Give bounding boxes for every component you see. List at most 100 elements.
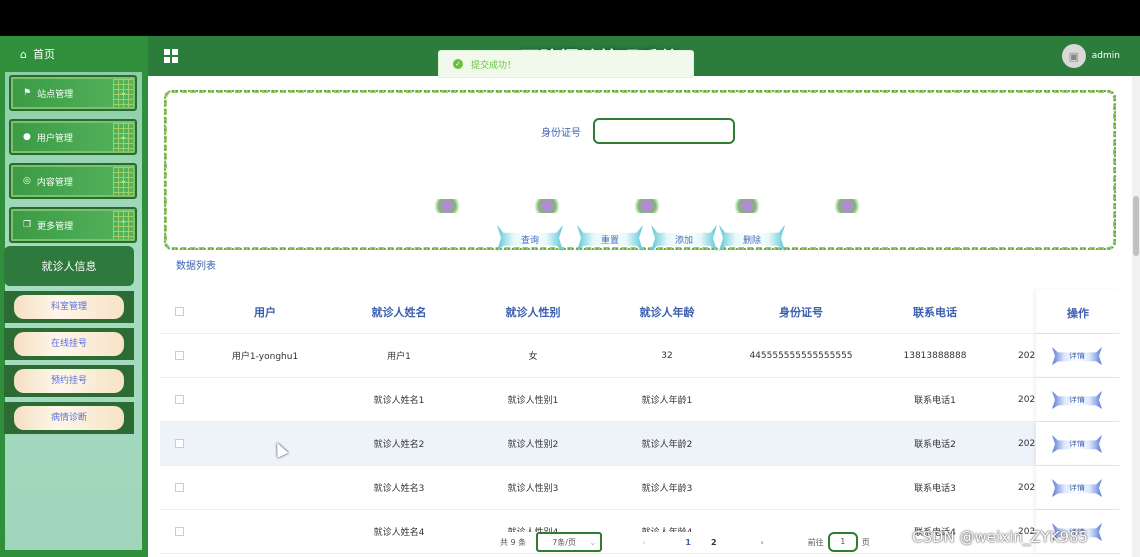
check-circle-icon: ✓ [453, 59, 463, 69]
content-icon: ◎ [23, 176, 31, 186]
reset-button[interactable]: 重置 [577, 225, 643, 251]
column-header: 操作 [1067, 307, 1089, 320]
sidebar-subitem-department[interactable]: 科室管理 [4, 291, 134, 323]
next-page-button[interactable]: › [761, 538, 764, 547]
delete-button[interactable]: 删除 [719, 225, 785, 251]
vertical-scrollbar[interactable] [1132, 76, 1140, 557]
sidebar-subitem-label: 科室管理 [14, 295, 124, 319]
cell-gender: 就诊人性别1 [507, 396, 559, 406]
column-header: 就诊人性别 [505, 305, 561, 319]
toast-message: 提交成功！ [471, 60, 517, 71]
cell-truncated: 202 [1018, 394, 1036, 405]
cell-name: 就诊人姓名2 [373, 440, 425, 450]
cell-name: 就诊人姓名4 [373, 528, 425, 538]
sidebar-item-label: 用户管理 [36, 133, 73, 144]
cell-id-number: 445555555555555555 [749, 350, 853, 361]
cell-phone: 联系电话3 [914, 484, 956, 494]
user-menu[interactable]: ▣ admin [1061, 44, 1120, 68]
goto-label: 前往 [807, 537, 824, 547]
sidebar: ⌂ 首页 ⚑ 站点管理 ⌄ ● 用户管理 ⌄ ◎ 内容管理 ⌄ [0, 36, 148, 557]
cell-age: 32 [661, 350, 673, 361]
page-1-button[interactable]: 1 [685, 538, 691, 547]
row-checkbox[interactable] [175, 483, 184, 492]
row-checkbox[interactable] [175, 395, 184, 404]
sidebar-subitem-online-register[interactable]: 在线挂号 [4, 328, 134, 360]
menu-grid-icon[interactable] [164, 49, 178, 63]
cell-gender: 就诊人性别2 [507, 440, 559, 450]
menu-decoration [113, 211, 133, 239]
cell-gender: 女 [528, 352, 538, 362]
sidebar-subitem-patient-info[interactable]: 就诊人信息 [4, 246, 134, 286]
success-toast: ✓ 提交成功！ [438, 50, 694, 78]
search-panel: 身份证号 查询 重置 添加 删除 [164, 90, 1116, 251]
table-header-row: 用户 就诊人姓名 就诊人性别 就诊人年龄 身份证号 联系电话 操作 [160, 290, 1120, 334]
table-row[interactable]: 就诊人姓名2 就诊人性别2 就诊人年龄2 联系电话2 202 详情 [160, 422, 1120, 466]
cell-age: 就诊人年龄1 [641, 396, 693, 406]
app-frame: ⌂ 首页 ⚑ 站点管理 ⌄ ● 用户管理 ⌄ ◎ 内容管理 ⌄ [0, 36, 1140, 557]
flag-icon: ⚑ [23, 88, 32, 98]
add-button[interactable]: 添加 [651, 225, 717, 251]
detail-button[interactable]: 详情 [1052, 435, 1102, 453]
home-icon: ⌂ [20, 47, 27, 61]
query-button[interactable]: 查询 [497, 225, 563, 251]
cell-phone: 联系电话1 [914, 396, 956, 406]
page-size-select[interactable]: 7条/页 ⌄ [536, 532, 603, 552]
cell-age: 就诊人年龄3 [641, 484, 693, 494]
page-suffix: 页 [861, 537, 870, 547]
column-header: 就诊人年龄 [639, 305, 695, 319]
column-header: 身份证号 [779, 305, 823, 319]
scrollbar-thumb[interactable] [1133, 196, 1139, 256]
table-row[interactable]: 就诊人姓名3 就诊人性别3 就诊人年龄3 联系电话3 202 详情 [160, 466, 1120, 510]
id-number-input[interactable] [593, 118, 735, 144]
row-checkbox[interactable] [175, 527, 184, 536]
action-column: 操作 [1036, 290, 1120, 333]
ivy-border-decoration [164, 90, 1116, 250]
row-checkbox[interactable] [175, 351, 184, 360]
page-size-value: 7条/页 [552, 537, 576, 547]
chevron-down-icon: ⌄ [589, 537, 597, 547]
detail-button[interactable]: 详情 [1052, 347, 1102, 365]
pagination-total: 共 9 条 [500, 537, 527, 547]
sidebar-home[interactable]: ⌂ 首页 [0, 36, 148, 72]
table-row[interactable]: 就诊人姓名1 就诊人性别1 就诊人年龄1 联系电话1 202 详情 [160, 378, 1120, 422]
avatar: ▣ [1061, 44, 1086, 68]
action-column: 详情 [1036, 422, 1120, 465]
cell-truncated: 202 [1018, 438, 1036, 449]
cell-name: 用户1 [387, 352, 411, 362]
sidebar-item-users[interactable]: ● 用户管理 ⌄ [9, 119, 137, 155]
action-column: 详情 [1036, 334, 1120, 377]
menu-decoration [113, 79, 133, 107]
cell-truncated: 202 [1018, 482, 1036, 493]
sidebar-item-site[interactable]: ⚑ 站点管理 ⌄ [9, 75, 137, 111]
menu-decoration [113, 167, 133, 195]
cell-gender: 就诊人性别3 [507, 484, 559, 494]
sidebar-item-label: 站点管理 [37, 89, 74, 100]
user-icon: ● [23, 132, 31, 142]
sidebar-subitem-label: 预约挂号 [14, 369, 124, 393]
sidebar-home-label: 首页 [32, 48, 55, 61]
column-header: 就诊人姓名 [371, 305, 427, 319]
page-2-button[interactable]: 2 [711, 538, 717, 547]
detail-button[interactable]: 详情 [1052, 479, 1102, 497]
detail-button[interactable]: 详情 [1052, 391, 1102, 409]
prev-page-button[interactable]: ‹ [642, 538, 645, 547]
sidebar-subitem-diagnosis[interactable]: 病情诊断 [4, 402, 134, 434]
action-column: 详情 [1036, 378, 1120, 421]
cell-age: 就诊人年龄2 [641, 440, 693, 450]
sidebar-item-more[interactable]: ❐ 更多管理 ⌃ [9, 207, 137, 243]
cell-phone: 联系电话2 [914, 440, 956, 450]
menu-decoration [113, 123, 133, 151]
select-all-checkbox[interactable] [175, 307, 184, 316]
cell-truncated: 202 [1018, 350, 1036, 361]
column-header: 联系电话 [913, 305, 957, 319]
table-row[interactable]: 用户1-yonghu1 用户1 女 32 445555555555555555 … [160, 334, 1120, 378]
flower-decoration [427, 199, 867, 213]
goto-page-input[interactable]: 1 [827, 532, 858, 552]
sidebar-subitem-appointment[interactable]: 预约挂号 [4, 365, 134, 397]
cell-phone: 13813888888 [903, 350, 967, 361]
list-title: 数据列表 [176, 261, 216, 272]
row-checkbox[interactable] [175, 439, 184, 448]
submenu-active-label: 就诊人信息 [41, 260, 97, 273]
copy-icon: ❐ [23, 220, 32, 230]
sidebar-item-content[interactable]: ◎ 内容管理 ⌄ [9, 163, 137, 199]
